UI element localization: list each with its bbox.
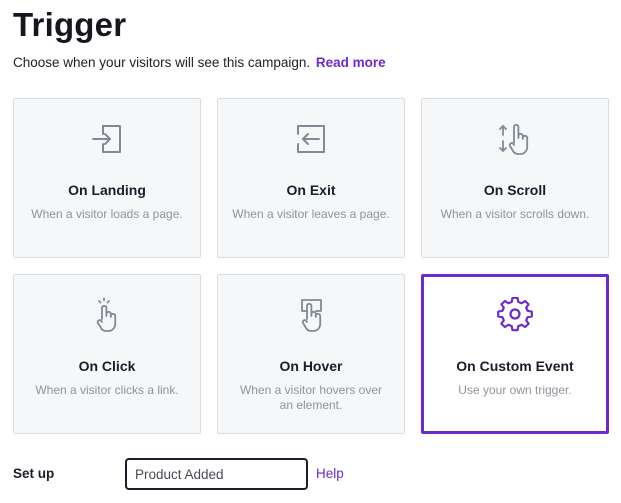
trigger-name: On Click <box>78 358 136 374</box>
trigger-description: When a visitor loads a page. <box>31 207 183 221</box>
trigger-name: On Custom Event <box>456 358 574 374</box>
trigger-card-on-hover[interactable]: On Hover When a visitor hovers over an e… <box>217 274 405 434</box>
trigger-name: On Exit <box>286 182 336 198</box>
trigger-name: On Hover <box>279 358 343 374</box>
subtitle-text: Choose when your visitors will see this … <box>13 55 311 70</box>
trigger-description: When a visitor hovers over an element. <box>239 383 383 412</box>
trigger-card-on-scroll[interactable]: On Scroll When a visitor scrolls down. <box>421 98 609 258</box>
scroll-hand-icon <box>499 123 529 155</box>
trigger-name: On Landing <box>68 182 146 198</box>
click-hand-icon <box>96 297 117 332</box>
trigger-card-on-exit[interactable]: On Exit When a visitor leaves a page. <box>217 98 405 258</box>
trigger-description: When a visitor leaves a page. <box>232 207 390 221</box>
trigger-card-on-landing[interactable]: On Landing When a visitor loads a page. <box>13 98 201 258</box>
gear-icon <box>497 297 533 332</box>
page-subtitle: Choose when your visitors will see this … <box>13 55 386 70</box>
hover-hand-icon <box>301 299 322 332</box>
trigger-description: When a visitor clicks a link. <box>35 383 179 397</box>
exit-icon <box>297 125 325 153</box>
trigger-description: Use your own trigger. <box>458 383 572 397</box>
trigger-card-on-custom-event[interactable]: On Custom Event Use your own trigger. <box>421 274 609 434</box>
page-title: Trigger <box>13 6 127 43</box>
trigger-name: On Scroll <box>483 182 547 198</box>
enter-icon <box>92 125 121 153</box>
trigger-card-on-click[interactable]: On Click When a visitor clicks a link. <box>13 274 201 434</box>
custom-event-input[interactable] <box>125 458 308 490</box>
read-more-link[interactable]: Read more <box>316 55 386 70</box>
setup-label: Set up <box>13 466 55 481</box>
trigger-description: When a visitor scrolls down. <box>440 207 590 221</box>
help-link[interactable]: Help <box>316 466 344 481</box>
